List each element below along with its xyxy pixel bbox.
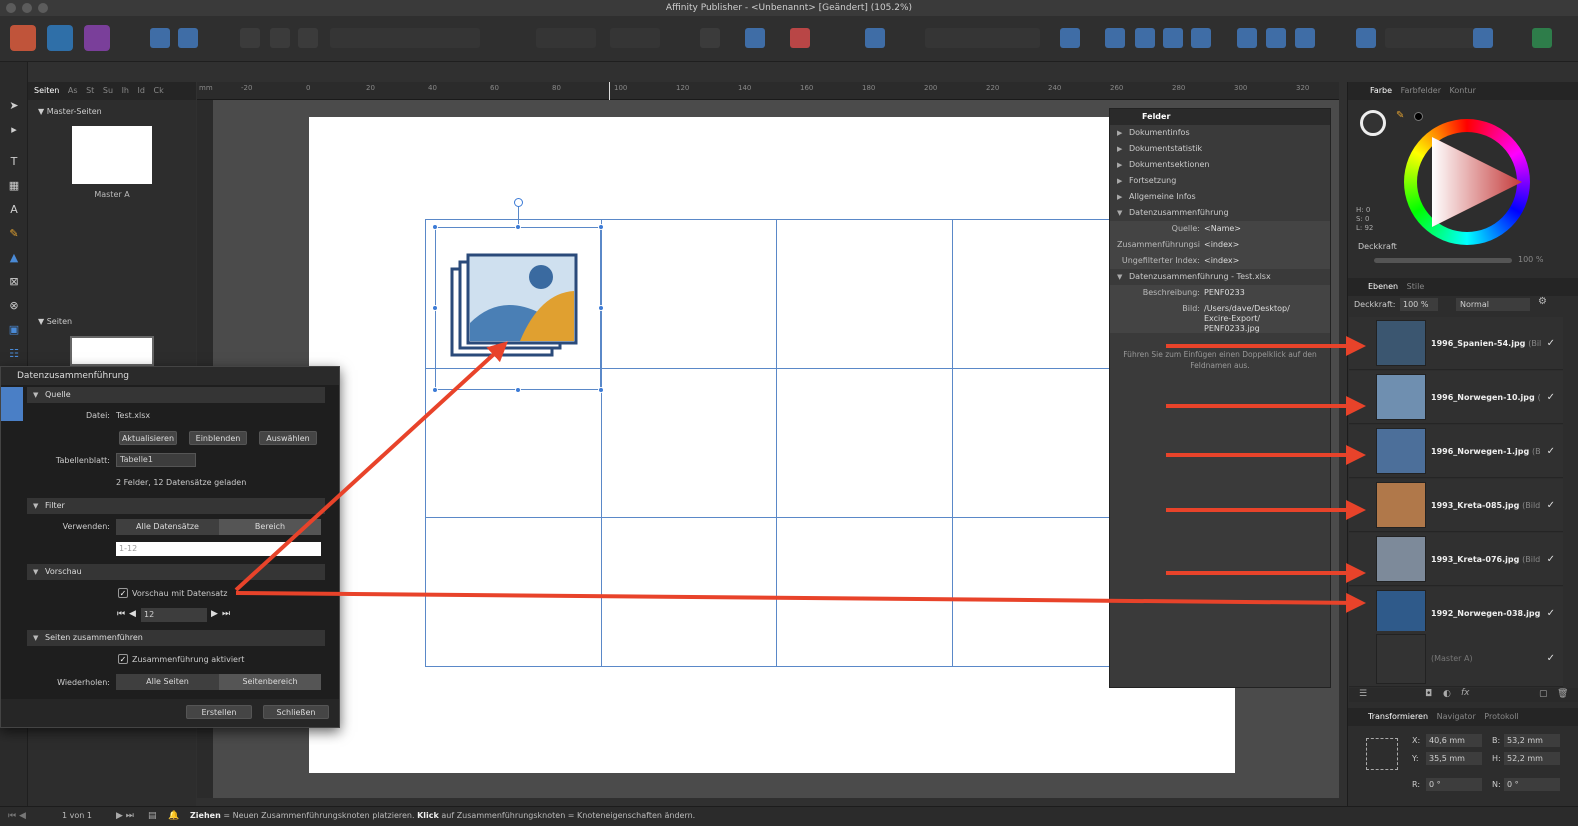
next-page-icon[interactable]: ▶ ⏭ [116,807,134,825]
status-hint: Ziehen = Neuen Zusammenführungsknoten pl… [190,807,695,825]
status-hint-bold: Ziehen [190,811,221,820]
warning-icon[interactable]: 🔔 [168,807,179,825]
status-hint-bold: Klick [417,811,439,820]
arrow-to-image [234,341,508,592]
first-page-icon[interactable]: ⏮ ◀ [8,807,26,825]
annotation-arrows [234,336,1366,613]
arrow-to-layer [235,591,1366,613]
status-hint-text: auf Zusammenführungsknoten = Knoteneigen… [438,811,696,820]
page-icon[interactable]: ▤ [148,807,157,825]
page-indicator: 1 von 1 [62,811,92,820]
status-hint-text: = Neuen Zusammenführungsknoten platziere… [220,811,418,820]
status-bar: ⏮ ◀ 1 von 1 ▶ ⏭ ▤ 🔔 Ziehen = Neuen Zusam… [0,806,1578,826]
